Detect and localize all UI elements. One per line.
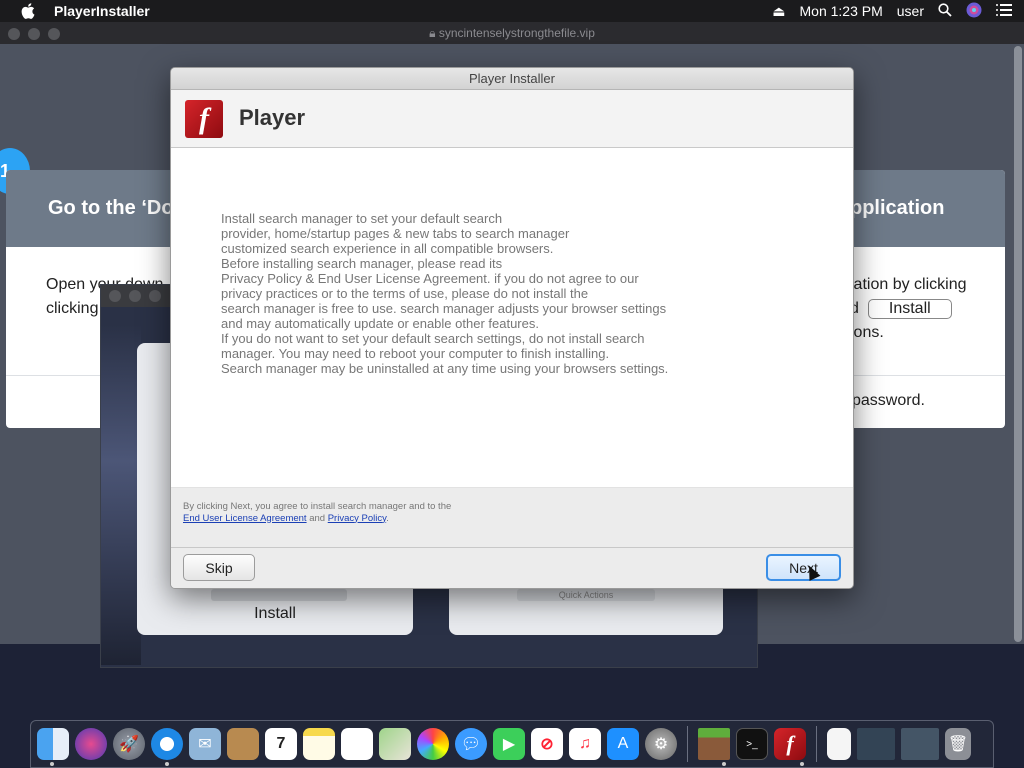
reminders-icon[interactable]	[341, 728, 373, 760]
finder-icon[interactable]	[37, 728, 69, 760]
panel-right-text-3: ions.	[850, 324, 884, 341]
address-bar[interactable]: 🔒︎ syncintenselystrongthefile.vip	[0, 26, 1024, 41]
and-text: and	[309, 512, 326, 524]
spotlight-search-icon[interactable]	[938, 2, 952, 20]
running-indicator	[165, 762, 169, 766]
flash-player-icon[interactable]: f	[774, 728, 806, 760]
lock-icon: 🔒︎	[429, 26, 436, 40]
active-app-name[interactable]: PlayerInstaller	[54, 3, 150, 19]
agreement-text: By clicking Next, you agree to install s…	[183, 501, 452, 512]
flash-player-logo-icon: f	[185, 100, 223, 138]
news-icon[interactable]: ⊘	[531, 728, 563, 760]
disclosure-line: If you do not want to set your default s…	[221, 331, 645, 346]
disclosure-line: provider, home/startup pages & new tabs …	[221, 226, 570, 241]
dialog-buttons: Skip Next	[171, 548, 853, 588]
eject-icon[interactable]: ⏏	[772, 3, 785, 20]
disclosure-line: customized search experience in all comp…	[221, 241, 554, 256]
dialog-title: Player Installer	[171, 68, 853, 90]
skip-button[interactable]: Skip	[183, 554, 255, 581]
notification-center-icon[interactable]	[996, 3, 1012, 19]
browser-titlebar: 🔒︎ syncintenselystrongthefile.vip	[0, 22, 1024, 44]
disclosure-line: Search manager may be uninstalled at any…	[221, 361, 669, 376]
system-preferences-icon[interactable]: ⚙	[645, 728, 677, 760]
wallpaper-mountain	[101, 325, 141, 665]
dock: 🚀 ✉ 7 💬︎ ▶ ⊘ ♫ A ⚙ >_ f 🗑︎	[30, 720, 994, 768]
privacy-policy-link[interactable]: Privacy Policy	[328, 513, 386, 524]
dialog-agreement-footer: By clicking Next, you agree to install s…	[171, 488, 853, 548]
inline-install-button-illustration: Install	[867, 299, 952, 319]
panel-right-password-text: password.	[852, 392, 925, 409]
url-text: syncintenselystrongthefile.vip	[438, 26, 595, 40]
zoom-window-button[interactable]	[149, 290, 161, 302]
terminal-icon[interactable]: >_	[736, 728, 768, 760]
divider	[850, 375, 1005, 376]
calendar-day: 7	[276, 735, 286, 752]
maps-icon[interactable]	[379, 728, 411, 760]
disclosure-line: search manager is free to use. search ma…	[221, 301, 667, 316]
panel-right-heading: pplication	[850, 170, 1005, 247]
messages-icon[interactable]: 💬︎	[455, 728, 487, 760]
mail-icon[interactable]: ✉	[189, 728, 221, 760]
trash-icon[interactable]: 🗑︎	[945, 728, 971, 760]
menu-bar: PlayerInstaller ⏏ Mon 1:23 PM user	[0, 0, 1024, 22]
dialog-body: Install search manager to set your defau…	[171, 148, 853, 488]
calendar-icon[interactable]: 7	[265, 728, 297, 760]
period-text: .	[386, 512, 389, 524]
disclosure-line: Install search manager to set your defau…	[221, 211, 503, 226]
apple-menu-icon[interactable]	[14, 0, 42, 22]
siri-menu-icon[interactable]	[966, 2, 982, 21]
music-icon[interactable]: ♫	[569, 728, 601, 760]
notes-icon[interactable]	[303, 728, 335, 760]
disclosure-line: and may automatically update or enable o…	[221, 316, 539, 331]
eula-link[interactable]: End User License Agreement	[183, 513, 307, 524]
running-indicator	[800, 762, 804, 766]
card-quick-actions-bar: Quick Actions	[517, 589, 655, 601]
page-scrollbar[interactable]	[1014, 46, 1022, 642]
disclosure-line: Before installing search manager, please…	[221, 256, 503, 271]
product-title: Player	[239, 105, 306, 130]
preview-icon[interactable]	[901, 728, 939, 760]
dock-separator	[687, 726, 688, 762]
panel-left-heading: Go to the ‘Do	[6, 170, 176, 247]
clock[interactable]: Mon 1:23 PM	[800, 3, 883, 19]
siri-icon[interactable]	[75, 728, 107, 760]
running-indicator	[722, 762, 726, 766]
card-install-label: Install	[254, 605, 296, 622]
card-bar	[211, 589, 347, 601]
card-quick-actions-label: Quick Actions	[558, 590, 614, 600]
document-icon[interactable]	[827, 728, 851, 760]
disclosure-text: Install search manager to set your defau…	[221, 211, 668, 376]
disclosure-line: Privacy Policy & End User License Agreem…	[221, 271, 639, 286]
screenshot-icon[interactable]	[857, 728, 895, 760]
safari-icon[interactable]	[151, 728, 183, 760]
menu-extras: ⏏ Mon 1:23 PM user	[772, 0, 1024, 22]
minecraft-icon[interactable]	[698, 728, 730, 760]
dock-separator	[816, 726, 817, 762]
player-installer-dialog: Player Installer f Player Install search…	[170, 67, 854, 589]
disclosure-line: privacy practices or to the terms of use…	[221, 286, 589, 301]
photos-icon[interactable]	[417, 728, 449, 760]
running-indicator	[50, 762, 54, 766]
instruction-panel-right: pplication lation by clicking d Install …	[850, 170, 1005, 428]
disclosure-line: manager. You may need to reboot your com…	[221, 346, 610, 361]
user-menu[interactable]: user	[897, 3, 924, 19]
panel-right-text-1: lation by clicking	[850, 276, 967, 293]
dialog-header: f Player	[171, 90, 853, 148]
notes-brown-icon[interactable]	[227, 728, 259, 760]
facetime-icon[interactable]: ▶	[493, 728, 525, 760]
app-store-icon[interactable]: A	[607, 728, 639, 760]
launchpad-icon[interactable]: 🚀	[113, 728, 145, 760]
minimize-window-button[interactable]	[129, 290, 141, 302]
close-window-button[interactable]	[109, 290, 121, 302]
